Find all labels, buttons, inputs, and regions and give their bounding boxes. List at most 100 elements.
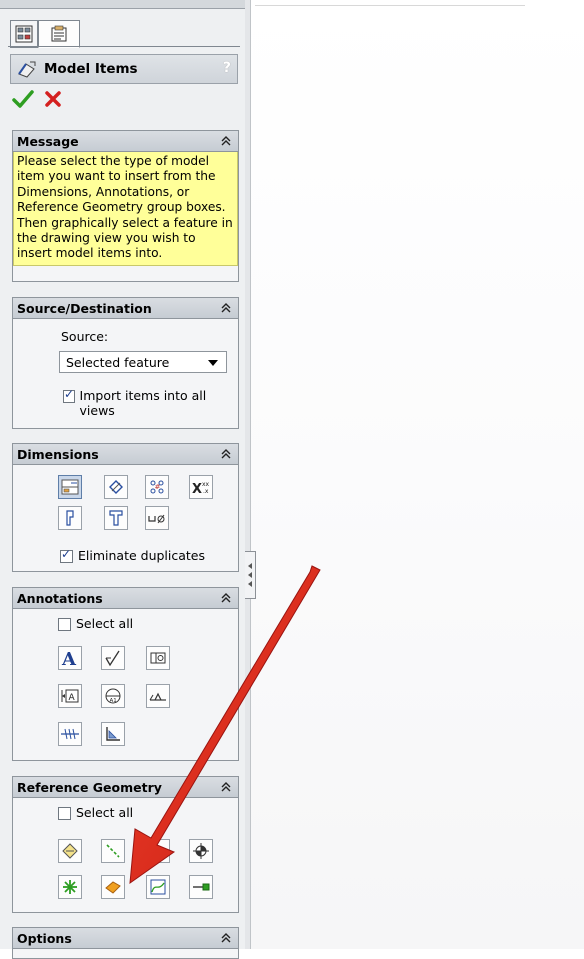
points-button[interactable] xyxy=(58,875,82,899)
select-all-label: Select all xyxy=(76,805,134,820)
svg-text:.x: .x xyxy=(203,488,209,495)
dimensions-group: Dimensions # X xx .x ✓ Eliminate duplica… xyxy=(12,443,239,572)
countersink-callout-button[interactable] xyxy=(104,506,128,530)
hole-callout-button[interactable] xyxy=(58,506,82,530)
plane-icon xyxy=(62,843,78,859)
geometric-tolerance-icon xyxy=(150,652,166,664)
not-marked-dimension-button[interactable] xyxy=(104,475,128,499)
svg-text:X: X xyxy=(192,482,202,496)
note-button[interactable]: A xyxy=(58,646,82,670)
svg-text:A: A xyxy=(61,649,77,668)
source-select-value: Selected feature xyxy=(66,354,170,370)
marked-for-drawing-button[interactable] xyxy=(58,475,82,499)
routing-point-icon xyxy=(193,883,210,891)
message-group: Message Please select the type of model … xyxy=(12,130,239,282)
axes-button[interactable] xyxy=(101,839,125,863)
group-title: Reference Geometry xyxy=(17,779,162,795)
reference-group-header[interactable]: Reference Geometry xyxy=(13,777,238,798)
source-select[interactable]: Selected feature xyxy=(59,351,227,373)
collapse-chevron-icon[interactable] xyxy=(220,590,232,606)
group-title: Message xyxy=(17,133,79,149)
tab-property-manager[interactable] xyxy=(38,20,80,48)
drawing-canvas[interactable] xyxy=(250,0,584,949)
annotations-group: Annotations Select all A A A1 xyxy=(12,587,239,761)
eliminate-duplicates-label: Eliminate duplicates xyxy=(78,548,206,563)
cosmetic-thread-icon xyxy=(61,728,79,740)
tab-row-divider xyxy=(8,46,240,47)
property-manager-icon xyxy=(51,25,67,42)
collapse-chevron-icon[interactable] xyxy=(220,446,232,462)
page-title: Model Items xyxy=(44,61,138,77)
eliminate-duplicates-row[interactable]: Eliminate duplicates xyxy=(60,547,206,563)
feature-tree-icon xyxy=(15,25,33,43)
cosmetic-thread-button[interactable] xyxy=(58,722,82,746)
source-group-header[interactable]: Source/Destination xyxy=(13,298,238,319)
marked-for-drawing-icon xyxy=(61,479,79,495)
message-text: Please select the type of model item you… xyxy=(13,152,238,266)
reference-geometry-group: Reference Geometry Select all xyxy=(12,776,239,913)
import-items-checkbox[interactable] xyxy=(63,387,75,403)
collapse-arrow-icon xyxy=(248,581,252,587)
tab-feature-manager[interactable] xyxy=(10,20,38,48)
origins-button[interactable] xyxy=(189,839,213,863)
planes-button[interactable] xyxy=(58,839,82,863)
panel-splitter[interactable] xyxy=(245,0,251,949)
property-manager-header: Model Items ? xyxy=(10,54,238,84)
options-group-header[interactable]: Options xyxy=(13,928,238,949)
collapse-chevron-icon[interactable] xyxy=(220,300,232,316)
reference-select-all-checkbox[interactable] xyxy=(58,807,71,820)
group-title: Options xyxy=(17,930,72,946)
dropdown-arrow-icon xyxy=(208,360,218,366)
select-all-label: Select all xyxy=(76,616,134,631)
cancel-x-icon[interactable] xyxy=(44,90,62,108)
property-manager-panel: Model Items ? Message Please select the … xyxy=(0,0,246,959)
hole-callout-icon xyxy=(66,510,74,526)
panel-collapse-handle[interactable] xyxy=(245,551,256,599)
surfaces-button[interactable] xyxy=(101,875,125,899)
annotations-select-all-row[interactable]: Select all xyxy=(58,616,133,631)
canvas-border xyxy=(255,5,525,6)
diameter-dimension-button[interactable] xyxy=(145,506,169,530)
datum-feature-button[interactable]: A xyxy=(58,684,82,708)
hole-wizard-locations-button[interactable]: # xyxy=(145,475,169,499)
coordinate-systems-button[interactable] xyxy=(146,839,170,863)
annotations-group-header[interactable]: Annotations xyxy=(13,588,238,609)
axis-icon xyxy=(106,844,120,858)
eliminate-duplicates-checkbox[interactable] xyxy=(60,547,73,563)
collapse-chevron-icon[interactable] xyxy=(220,930,232,946)
import-items-row[interactable]: Import items into all views xyxy=(63,387,223,418)
group-title: Source/Destination xyxy=(17,300,152,316)
model-items-icon xyxy=(18,61,36,78)
diagonal-dimension-icon xyxy=(109,480,123,494)
geometric-tolerance-button[interactable] xyxy=(146,646,170,670)
options-group: Options xyxy=(12,927,239,959)
import-items-label: Import items into all views xyxy=(79,388,207,418)
weld-symbol-button[interactable] xyxy=(146,684,170,708)
hole-pattern-icon: # xyxy=(150,480,164,494)
svg-text:A1: A1 xyxy=(110,698,117,704)
surface-finish-icon xyxy=(105,650,120,667)
weld-symbol-icon xyxy=(149,692,166,701)
tolerance-dimension-button[interactable]: X xx .x xyxy=(189,475,213,499)
ok-cancel-bar xyxy=(12,90,62,108)
note-a-icon: A xyxy=(61,649,77,668)
group-title: Dimensions xyxy=(17,446,99,462)
source-destination-group: Source/Destination Source: Selected feat… xyxy=(12,297,239,429)
caterpillar-button[interactable] xyxy=(101,722,125,746)
datum-target-button[interactable]: A1 xyxy=(101,684,125,708)
message-group-header[interactable]: Message xyxy=(13,131,238,152)
reference-select-all-row[interactable]: Select all xyxy=(58,805,133,820)
collapse-chevron-icon[interactable] xyxy=(220,133,232,149)
svg-text:A: A xyxy=(69,693,76,703)
routing-points-button[interactable] xyxy=(189,875,213,899)
curves-button[interactable] xyxy=(146,875,170,899)
point-asterisk-icon xyxy=(63,880,77,894)
annotations-select-all-checkbox[interactable] xyxy=(58,618,71,631)
surface-finish-button[interactable] xyxy=(101,646,125,670)
ok-checkmark-icon[interactable] xyxy=(12,90,34,108)
dimensions-group-header[interactable]: Dimensions xyxy=(13,444,238,465)
corner-profile-icon xyxy=(106,727,120,741)
source-label: Source: xyxy=(61,329,109,344)
collapse-chevron-icon[interactable] xyxy=(220,779,232,795)
help-icon[interactable]: ? xyxy=(223,60,231,76)
